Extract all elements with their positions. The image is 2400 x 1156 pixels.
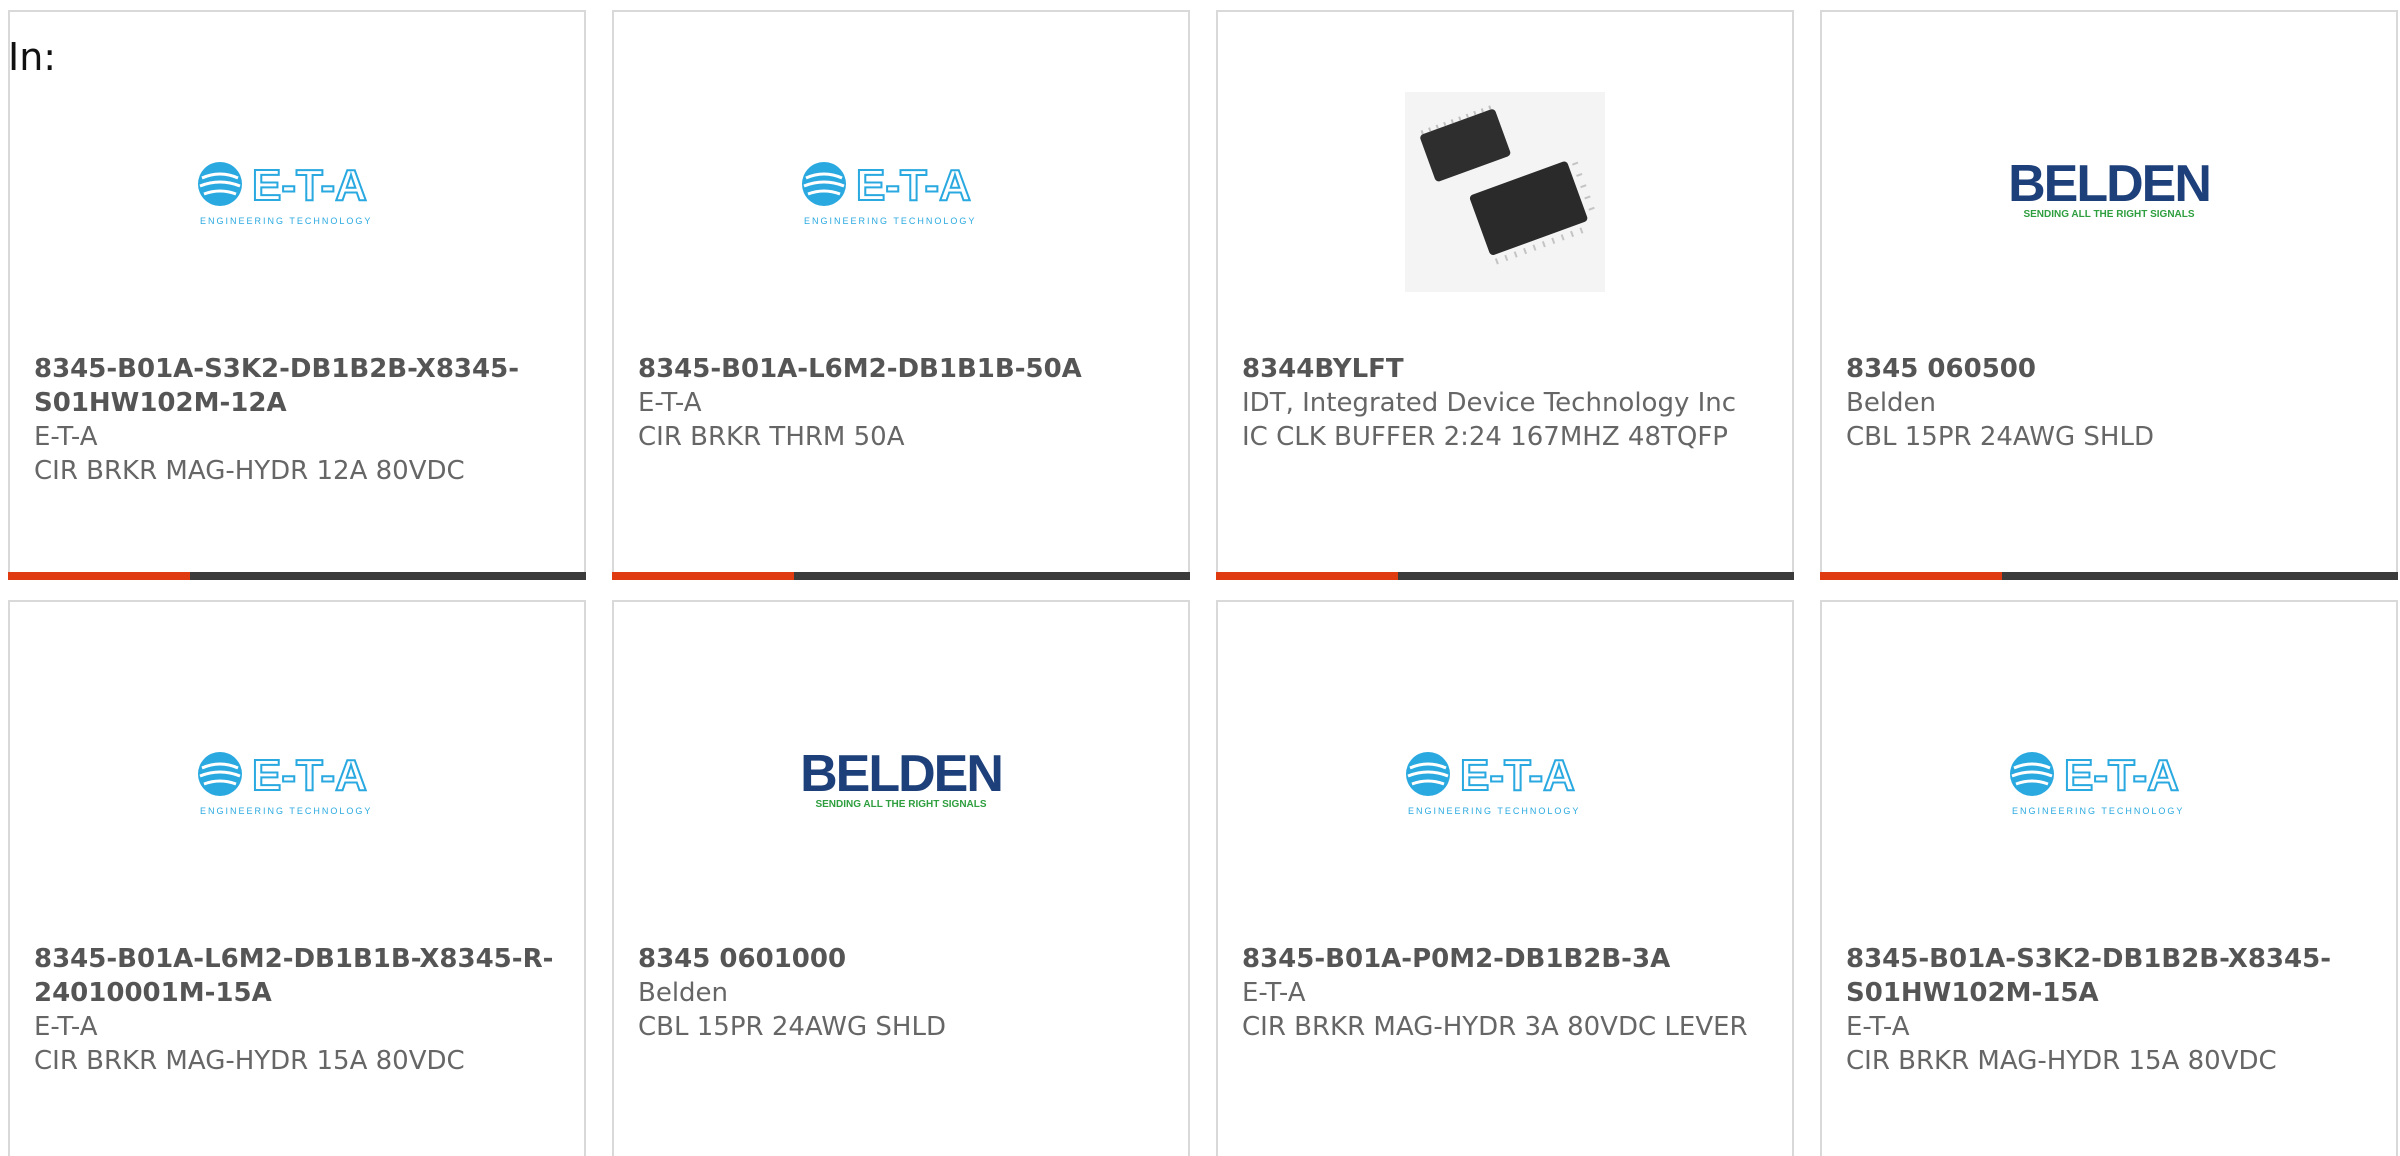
- part-number[interactable]: 8345-B01A-L6M2-DB1B1B-50A: [638, 352, 1164, 386]
- card-bar-accent: [1820, 572, 2002, 580]
- product-card[interactable]: E-T-A ENGINEERING TECHNOLOGY 8345-B01A-S…: [1820, 600, 2398, 1156]
- product-info: 8345 0601000 Belden CBL 15PR 24AWG SHLD: [638, 942, 1164, 1044]
- product-info: 8345-B01A-L6M2-DB1B1B-X8345-R-24010001M-…: [34, 942, 560, 1078]
- card-bar: [1216, 572, 1794, 580]
- in-label: In:: [8, 35, 57, 79]
- belden-logo: BELDEN SENDING ALL THE RIGHT SIGNALS: [614, 662, 1188, 902]
- part-number[interactable]: 8344BYLFT: [1242, 352, 1768, 386]
- card-bar: [612, 572, 1190, 580]
- description: CIR BRKR MAG-HYDR 3A 80VDC LEVER: [1242, 1012, 1748, 1042]
- part-number[interactable]: 8345 060500: [1846, 352, 2372, 386]
- description: CIR BRKR MAG-HYDR 15A 80VDC: [34, 1046, 465, 1076]
- svg-text:SENDING ALL THE RIGHT SIGNALS: SENDING ALL THE RIGHT SIGNALS: [2023, 209, 2194, 220]
- product-info: 8345-B01A-L6M2-DB1B1B-50A E-T-A CIR BRKR…: [638, 352, 1164, 454]
- description: CIR BRKR MAG-HYDR 15A 80VDC: [1846, 1046, 2277, 1076]
- product-card[interactable]: 8344BYLFT IDT, Integrated Device Technol…: [1216, 10, 1794, 580]
- belden-logo: BELDEN SENDING ALL THE RIGHT SIGNALS: [1822, 72, 2396, 312]
- manufacturer: E-T-A: [638, 388, 702, 418]
- card-bar-accent: [612, 572, 794, 580]
- svg-text:ENGINEERING TECHNOLOGY: ENGINEERING TECHNOLOGY: [200, 806, 372, 816]
- card-bar-accent: [8, 572, 190, 580]
- tqfp-chip-image: [1218, 72, 1792, 312]
- svg-text:E-T-A: E-T-A: [2064, 751, 2179, 800]
- manufacturer: E-T-A: [34, 1012, 98, 1042]
- part-number[interactable]: 8345 0601000: [638, 942, 1164, 976]
- product-card[interactable]: BELDEN SENDING ALL THE RIGHT SIGNALS 834…: [612, 600, 1190, 1156]
- product-grid-page: In: E-T-A ENGINEERING TECHNOLOGY 8345-B0…: [0, 0, 2400, 1156]
- svg-text:ENGINEERING TECHNOLOGY: ENGINEERING TECHNOLOGY: [1408, 806, 1580, 816]
- eta-logo: E-T-A ENGINEERING TECHNOLOGY: [1822, 662, 2396, 902]
- product-info: 8345-B01A-S3K2-DB1B2B-X8345-S01HW102M-12…: [34, 352, 560, 488]
- svg-text:ENGINEERING TECHNOLOGY: ENGINEERING TECHNOLOGY: [200, 216, 372, 226]
- svg-text:E-T-A: E-T-A: [856, 161, 971, 210]
- eta-logo: E-T-A ENGINEERING TECHNOLOGY: [10, 662, 584, 902]
- eta-logo: E-T-A ENGINEERING TECHNOLOGY: [614, 72, 1188, 312]
- description: IC CLK BUFFER 2:24 167MHZ 48TQFP: [1242, 422, 1728, 452]
- product-card[interactable]: E-T-A ENGINEERING TECHNOLOGY 8345-B01A-L…: [612, 10, 1190, 580]
- manufacturer: E-T-A: [1242, 978, 1306, 1008]
- manufacturer: E-T-A: [34, 422, 98, 452]
- svg-text:BELDEN: BELDEN: [2008, 157, 2210, 213]
- product-card[interactable]: E-T-A ENGINEERING TECHNOLOGY 8345-B01A-S…: [8, 10, 586, 580]
- manufacturer: Belden: [1846, 388, 1937, 418]
- product-card[interactable]: E-T-A ENGINEERING TECHNOLOGY 8345-B01A-P…: [1216, 600, 1794, 1156]
- svg-text:ENGINEERING TECHNOLOGY: ENGINEERING TECHNOLOGY: [2012, 806, 2184, 816]
- svg-text:E-T-A: E-T-A: [252, 751, 367, 800]
- product-info: 8345-B01A-S3K2-DB1B2B-X8345-S01HW102M-15…: [1846, 942, 2372, 1078]
- part-number[interactable]: 8345-B01A-S3K2-DB1B2B-X8345-S01HW102M-12…: [34, 352, 560, 420]
- description: CIR BRKR THRM 50A: [638, 422, 905, 452]
- svg-text:ENGINEERING TECHNOLOGY: ENGINEERING TECHNOLOGY: [804, 216, 976, 226]
- product-info: 8345-B01A-P0M2-DB1B2B-3A E-T-A CIR BRKR …: [1242, 942, 1768, 1044]
- product-card[interactable]: BELDEN SENDING ALL THE RIGHT SIGNALS 834…: [1820, 10, 2398, 580]
- product-info: 8345 060500 Belden CBL 15PR 24AWG SHLD: [1846, 352, 2372, 454]
- part-number[interactable]: 8345-B01A-L6M2-DB1B1B-X8345-R-24010001M-…: [34, 942, 560, 1010]
- description: CBL 15PR 24AWG SHLD: [1846, 422, 2154, 452]
- card-bar: [8, 572, 586, 580]
- svg-text:SENDING ALL THE RIGHT SIGNALS: SENDING ALL THE RIGHT SIGNALS: [815, 799, 986, 810]
- eta-logo: E-T-A ENGINEERING TECHNOLOGY: [10, 72, 584, 312]
- svg-text:E-T-A: E-T-A: [1460, 751, 1575, 800]
- part-number[interactable]: 8345-B01A-S3K2-DB1B2B-X8345-S01HW102M-15…: [1846, 942, 2372, 1010]
- product-card[interactable]: E-T-A ENGINEERING TECHNOLOGY 8345-B01A-L…: [8, 600, 586, 1156]
- product-info: 8344BYLFT IDT, Integrated Device Technol…: [1242, 352, 1768, 454]
- description: CBL 15PR 24AWG SHLD: [638, 1012, 946, 1042]
- description: CIR BRKR MAG-HYDR 12A 80VDC: [34, 456, 465, 486]
- manufacturer: Belden: [638, 978, 729, 1008]
- eta-logo: E-T-A ENGINEERING TECHNOLOGY: [1218, 662, 1792, 902]
- part-number[interactable]: 8345-B01A-P0M2-DB1B2B-3A: [1242, 942, 1768, 976]
- svg-text:E-T-A: E-T-A: [252, 161, 367, 210]
- card-bar: [1820, 572, 2398, 580]
- manufacturer: IDT, Integrated Device Technology Inc: [1242, 388, 1737, 418]
- manufacturer: E-T-A: [1846, 1012, 1910, 1042]
- svg-text:BELDEN: BELDEN: [800, 747, 1002, 803]
- card-bar-accent: [1216, 572, 1398, 580]
